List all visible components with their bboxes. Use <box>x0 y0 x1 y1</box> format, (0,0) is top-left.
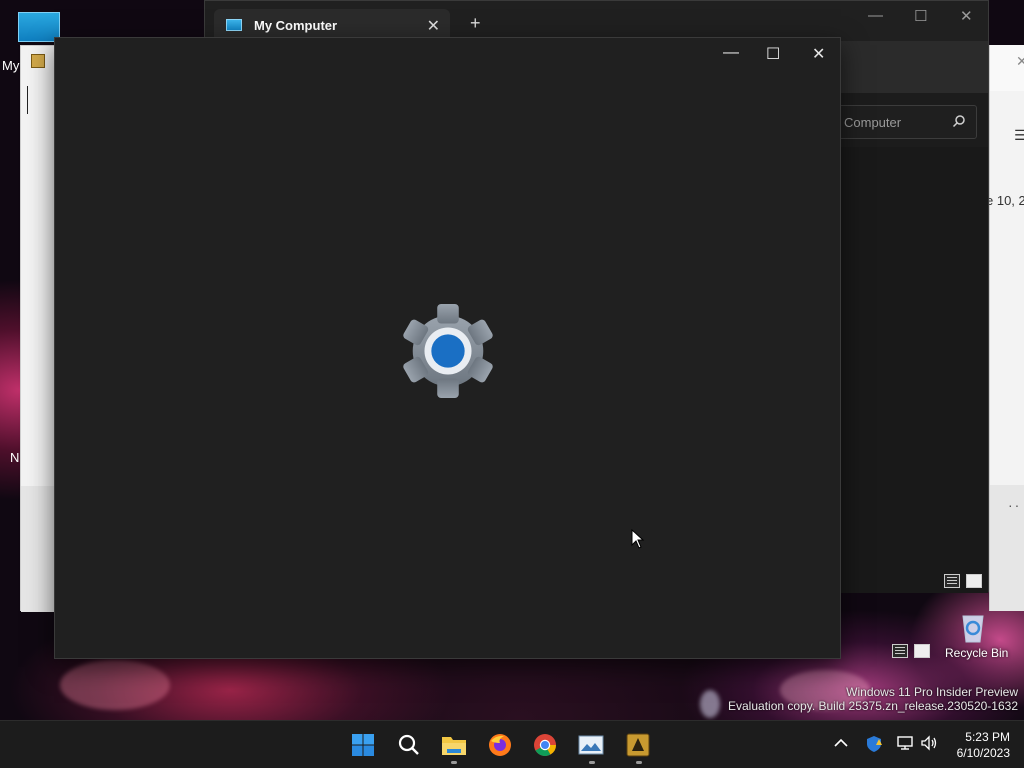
start-icon[interactable] <box>349 731 377 759</box>
clock-time: 5:23 PM <box>965 730 1010 744</box>
tab-title: My Computer <box>254 17 338 33</box>
menu-icon[interactable]: ☰ <box>1014 127 1024 144</box>
explorer-titlebar[interactable]: My Computer ✕ + — ☐ ✕ <box>205 1 988 41</box>
settings-window[interactable]: — ☐ ✕ <box>54 37 841 659</box>
maximize-button[interactable]: ☐ <box>766 44 780 64</box>
mouse-cursor-icon <box>631 529 645 549</box>
windows-watermark: Windows 11 Pro Insider Preview Evaluatio… <box>728 685 1018 713</box>
view-switcher <box>944 574 982 588</box>
network-icon[interactable] <box>896 735 914 751</box>
new-tab-button[interactable]: + <box>470 13 481 34</box>
recycle-bin-icon[interactable] <box>955 608 991 644</box>
background-window-right[interactable]: ✕ ☰ e 10, 2 ·· <box>986 45 1024 611</box>
firefox-icon[interactable] <box>486 731 514 759</box>
wallpaper-shape <box>60 660 170 710</box>
volume-icon[interactable] <box>920 735 938 751</box>
watermark-edition: Windows 11 Pro Insider Preview <box>846 685 1018 699</box>
minimize-button[interactable]: — <box>868 7 883 24</box>
desktop-icon-label-partial: N <box>10 450 20 465</box>
recycle-bin-label: Recycle Bin <box>945 646 1009 660</box>
file-explorer-icon[interactable] <box>440 731 468 759</box>
my-computer-desktop-label: My <box>2 58 20 73</box>
close-tab-icon[interactable]: ✕ <box>427 16 440 36</box>
wallpaper-shape <box>700 690 720 718</box>
app-icon <box>31 54 45 68</box>
chrome-icon[interactable] <box>531 731 559 759</box>
close-button[interactable]: ✕ <box>960 7 973 25</box>
running-indicator <box>589 761 595 764</box>
close-icon[interactable]: ✕ <box>1016 53 1024 70</box>
search-box[interactable]: Computer <box>837 105 977 139</box>
clock-date: 6/10/2023 <box>956 746 1010 760</box>
computer-icon <box>226 19 242 31</box>
maximize-button[interactable]: ☐ <box>914 7 927 25</box>
close-button[interactable]: ✕ <box>812 44 825 64</box>
system-clock[interactable]: 5:23 PM 6/10/2023 <box>957 729 1010 761</box>
large-icons-view-icon[interactable] <box>966 574 982 588</box>
running-indicator <box>636 761 642 764</box>
minimize-button[interactable]: — <box>723 44 739 62</box>
more-options-icon[interactable]: ·· <box>1008 497 1021 513</box>
running-indicator <box>451 761 457 764</box>
photo-viewer-icon[interactable] <box>577 731 605 759</box>
view-switcher <box>892 644 930 658</box>
search-placeholder: Computer <box>844 114 902 130</box>
text-caret <box>27 86 28 114</box>
search-icon[interactable] <box>952 114 966 128</box>
app-icon[interactable] <box>624 731 652 759</box>
partial-date-text: e 10, 2 <box>986 193 1024 208</box>
taskbar: 5:23 PM 6/10/2023 <box>0 720 1024 768</box>
settings-gear-icon <box>403 303 493 399</box>
chevron-up-icon[interactable] <box>834 738 848 748</box>
search-icon[interactable] <box>395 731 423 759</box>
security-icon[interactable] <box>865 735 883 753</box>
watermark-build: Evaluation copy. Build 25375.zn_release.… <box>728 699 1018 713</box>
details-view-icon[interactable] <box>944 574 960 588</box>
large-icons-view-icon[interactable] <box>914 644 930 658</box>
details-view-icon[interactable] <box>892 644 908 658</box>
